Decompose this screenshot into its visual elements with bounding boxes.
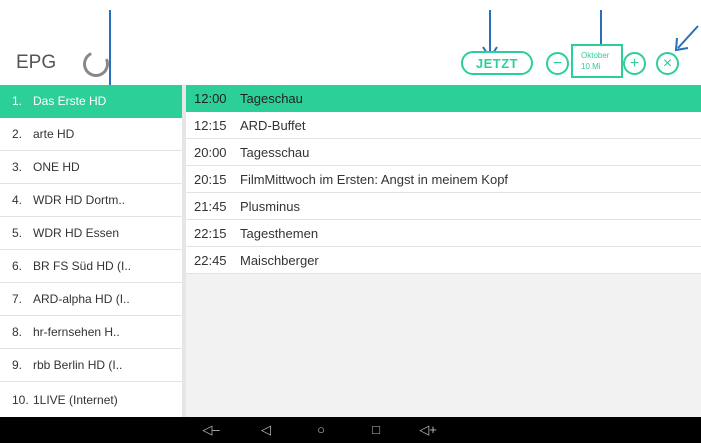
channel-item[interactable]: 4. WDR HD Dortm.. — [0, 184, 182, 217]
channel-item[interactable]: 2. arte HD — [0, 118, 182, 151]
next-day-button[interactable]: + — [623, 52, 646, 75]
channel-number: 8. — [12, 325, 23, 339]
back-icon[interactable]: ◁ — [255, 421, 277, 439]
channel-item[interactable]: 1. Das Erste HD — [0, 85, 182, 118]
channel-name: 1LIVE (Internet) — [33, 392, 118, 407]
channel-item[interactable]: 5. WDR HD Essen — [0, 217, 182, 250]
channel-name: Das Erste HD — [33, 94, 107, 108]
date-day: 10 Mi — [581, 62, 601, 71]
program-time: 21:45 — [194, 198, 227, 214]
channel-number: 2. — [12, 127, 23, 141]
channel-number: 7. — [12, 292, 23, 306]
close-button[interactable]: × — [656, 52, 679, 75]
program-title: Tageschau — [240, 90, 303, 106]
channel-name: WDR HD Dortm.. — [33, 193, 125, 207]
previous-day-button[interactable]: − — [546, 52, 569, 75]
channel-number: 1. — [12, 94, 23, 108]
channel-item[interactable]: 10. 1LIVE (Internet) — [0, 382, 182, 417]
program-title: FilmMittwoch im Ersten: Angst in meinem … — [240, 171, 509, 187]
program-item[interactable]: 22:45 Maischberger — [186, 247, 701, 274]
program-title: Maischberger — [240, 252, 319, 268]
program-list: 12:00 Tageschau 12:15 ARD-Buffet 20:00 T… — [186, 85, 701, 417]
program-title: ARD-Buffet — [240, 117, 306, 133]
channel-number: 6. — [12, 259, 23, 273]
channel-list: 1. Das Erste HD 2. arte HD 3. ONE HD 4. … — [0, 85, 182, 417]
channel-name: ARD-alpha HD (I.. — [33, 292, 130, 306]
channel-item[interactable]: 9. rbb Berlin HD (I.. — [0, 349, 182, 382]
close-icon: × — [662, 54, 673, 72]
channel-item[interactable]: 7. ARD-alpha HD (I.. — [0, 283, 182, 316]
program-item[interactable]: 12:00 Tageschau — [186, 85, 701, 112]
page-title: EPG — [16, 52, 57, 73]
program-time: 20:15 — [194, 171, 227, 187]
annotation-arrow-close — [670, 24, 701, 54]
channel-item[interactable]: 3. ONE HD — [0, 151, 182, 184]
channel-number: 5. — [12, 226, 23, 240]
channel-number: 10. — [12, 392, 29, 407]
channel-number: 4. — [12, 193, 23, 207]
recents-icon[interactable]: □ — [365, 421, 387, 439]
minus-icon: − — [552, 54, 563, 72]
program-time: 12:15 — [194, 117, 227, 133]
channel-name: BR FS Süd HD (I.. — [33, 259, 132, 273]
program-time: 22:45 — [194, 252, 227, 268]
program-title: Tagesthemen — [240, 225, 319, 241]
channel-number: 3. — [12, 160, 23, 174]
plus-icon: + — [629, 54, 640, 72]
program-item[interactable]: 20:00 Tagesschau — [186, 139, 701, 166]
home-icon[interactable]: ○ — [310, 421, 332, 439]
program-time: 22:15 — [194, 225, 227, 241]
program-title: Plusminus — [240, 198, 300, 214]
program-time: 12:00 — [194, 90, 227, 106]
volume-up-icon[interactable]: ◁+ — [417, 421, 439, 439]
channel-item[interactable]: 6. BR FS Süd HD (I.. — [0, 250, 182, 283]
channel-number: 9. — [12, 358, 23, 372]
channel-name: WDR HD Essen — [33, 226, 120, 240]
channel-name: ONE HD — [33, 160, 80, 174]
program-time: 20:00 — [194, 144, 227, 160]
date-month: Oktober — [581, 51, 610, 60]
channel-name: rbb Berlin HD (I.. — [33, 358, 123, 372]
channel-name: arte HD — [33, 127, 75, 141]
volume-down-icon[interactable]: ◁– — [200, 421, 222, 439]
channel-item[interactable]: 8. hr-fernsehen H.. — [0, 316, 182, 349]
date-selector[interactable]: Oktober 10 Mi — [571, 44, 623, 78]
now-button[interactable]: JETZT — [461, 51, 533, 75]
program-item[interactable]: 21:45 Plusminus — [186, 193, 701, 220]
navigation-bar: ◁– ◁ ○ □ ◁+ — [0, 417, 701, 443]
channel-name: hr-fernsehen H.. — [33, 325, 120, 339]
program-item[interactable]: 22:15 Tagesthemen — [186, 220, 701, 247]
program-item[interactable]: 20:15 FilmMittwoch im Ersten: Angst in m… — [186, 166, 701, 193]
program-title: Tagesschau — [240, 144, 310, 160]
program-item[interactable]: 12:15 ARD-Buffet — [186, 112, 701, 139]
